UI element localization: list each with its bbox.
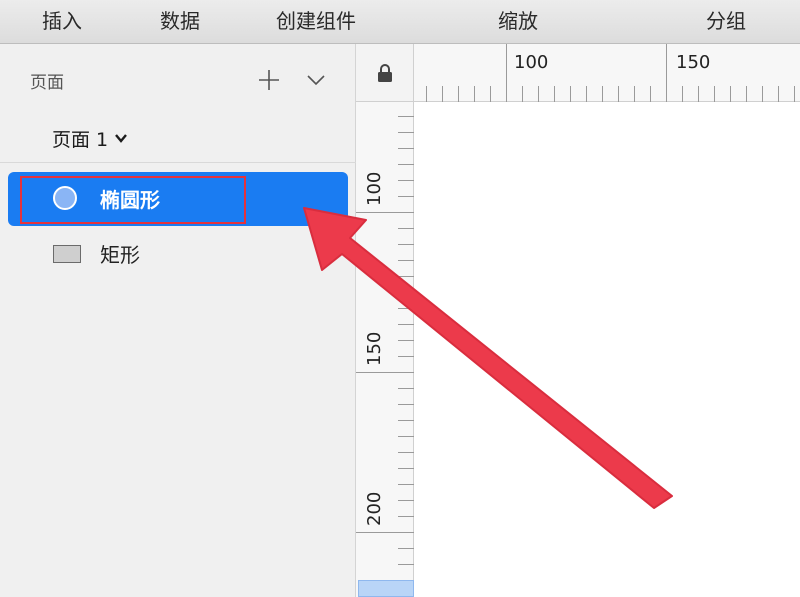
divider (0, 162, 356, 163)
layers-sidebar: 页面 页面 1 椭圆形 矩形 (0, 44, 356, 597)
rectangle-icon (53, 245, 81, 263)
chevron-down-icon (115, 134, 128, 143)
layer-label: 矩形 (100, 243, 140, 267)
ruler-label: 100 (514, 52, 549, 73)
ruler-label: 100 (364, 171, 385, 206)
page-selector[interactable]: 页面 1 (52, 124, 128, 152)
oval-icon (53, 186, 77, 210)
layer-item-rectangle[interactable]: 矩形 (8, 227, 348, 281)
ruler-label: 150 (364, 331, 385, 366)
create-component-button[interactable]: 创建组件 (276, 6, 356, 36)
chevron-down-icon[interactable] (306, 70, 326, 90)
ruler-label: 200 (364, 491, 385, 526)
scrollbar-thumb[interactable] (358, 580, 414, 597)
horizontal-ruler[interactable]: 100 150 (414, 44, 800, 102)
data-button[interactable]: 数据 (160, 6, 200, 36)
toolbar: 插入 数据 创建组件 缩放 分组 (0, 0, 800, 44)
group-button[interactable]: 分组 (706, 6, 746, 36)
insert-button[interactable]: 插入 (42, 6, 82, 36)
ruler-label: 150 (676, 52, 711, 73)
layer-item-oval[interactable]: 椭圆形 (8, 172, 348, 226)
horizontal-ruler-ticks (426, 44, 795, 102)
pages-title: 页面 (30, 73, 64, 93)
lock-icon[interactable] (376, 63, 394, 83)
layer-label: 椭圆形 (100, 188, 160, 212)
zoom-button[interactable]: 缩放 (498, 6, 538, 36)
ruler-corner (356, 44, 414, 102)
plus-icon[interactable] (257, 68, 281, 92)
page-selector-label: 页面 1 (52, 128, 109, 151)
design-canvas[interactable] (414, 102, 800, 597)
vertical-ruler[interactable]: 100 150 200 (356, 102, 414, 597)
